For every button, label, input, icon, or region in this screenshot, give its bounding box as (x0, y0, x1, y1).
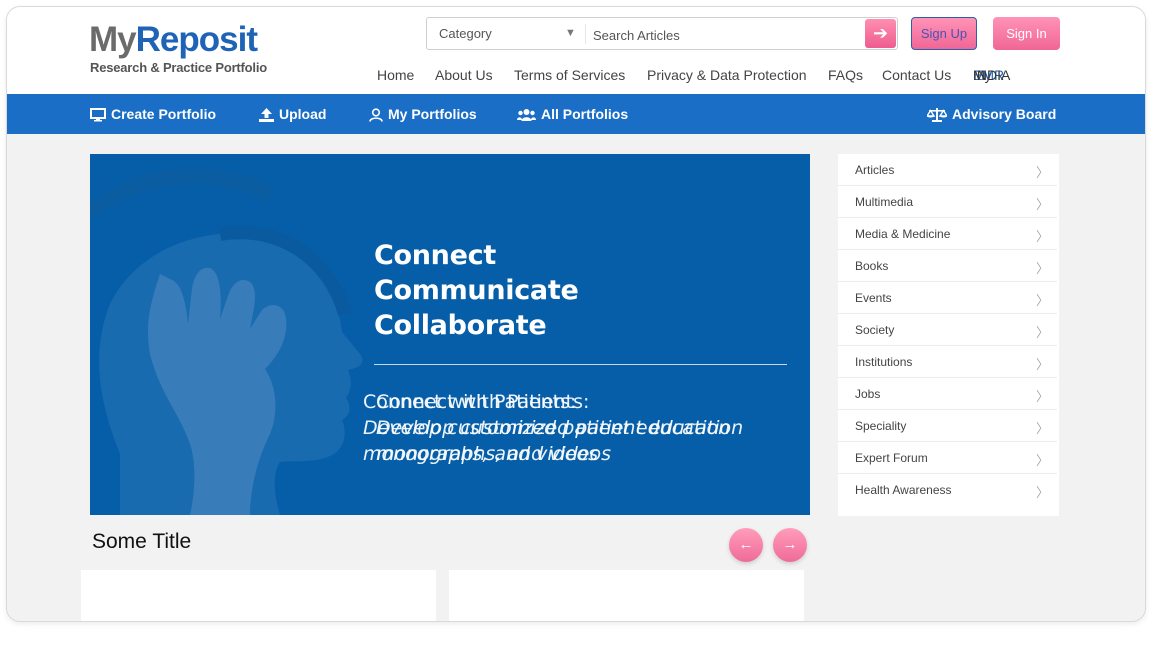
content-card[interactable] (81, 570, 436, 621)
logo-tagline: Research & Practice Portfolio (90, 60, 267, 75)
arrow-right-icon: ➔ (872, 23, 889, 43)
search-bar: Category ▼ ➔ (426, 17, 898, 50)
chevron-right-icon: 〉 (1035, 453, 1049, 468)
sidebar-item-multimedia[interactable]: Multimedia 〉 (838, 186, 1057, 218)
sidebar-item-media-medicine[interactable]: Media & Medicine 〉 (838, 218, 1057, 250)
content-card[interactable] (449, 570, 804, 621)
chevron-right-icon: 〉 (1035, 165, 1049, 180)
create-portfolio-button[interactable]: Create Portfolio (90, 94, 216, 134)
nav-terms[interactable]: Terms of Services (514, 67, 625, 83)
search-input[interactable] (591, 22, 865, 48)
nav-home[interactable]: Home (377, 67, 414, 83)
sidebar-item-health-awareness[interactable]: Health Awareness 〉 (838, 474, 1057, 505)
search-divider (585, 24, 586, 44)
create-portfolio-label: Create Portfolio (111, 106, 217, 122)
sidebar-item-label: Society (855, 323, 895, 337)
chevron-right-icon: 〉 (1035, 421, 1049, 436)
slide-divider (374, 364, 787, 365)
sign-up-button[interactable]: Sign Up (911, 17, 977, 50)
nav-about[interactable]: About Us (435, 67, 493, 83)
slide-caption-b-title: Connect with Patients: (376, 391, 590, 413)
next-button[interactable]: → (773, 528, 807, 562)
all-portfolios-button[interactable]: All Portfolios (517, 94, 628, 134)
slide-heading-line-1: Connect (374, 240, 496, 271)
monitor-icon (90, 108, 106, 122)
logo-reposit: Reposit (135, 20, 258, 59)
slide-caption-b-line-1: Develop customized patient education (376, 417, 744, 439)
chevron-right-icon: 〉 (1035, 229, 1049, 244)
nav-privacy[interactable]: Privacy & Data Protection (647, 67, 807, 83)
slide-heading-line-2: Communicate (374, 275, 579, 306)
chevron-right-icon: 〉 (1035, 325, 1049, 340)
sidebar-item-label: Media & Medicine (855, 227, 951, 241)
sidebar-item-events[interactable]: Events 〉 (838, 282, 1057, 314)
my-portfolios-label: My Portfolios (388, 106, 477, 122)
sidebar-item-label: Speciality (855, 419, 907, 433)
upload-label: Upload (279, 106, 327, 122)
sidebar-item-label: Books (855, 259, 889, 273)
upload-icon (259, 108, 274, 122)
section-title: Some Title (92, 530, 192, 553)
advisory-board-label: Advisory Board (952, 106, 1057, 122)
chevron-right-icon: 〉 (1035, 485, 1049, 500)
sidebar-item-label: Events (855, 291, 892, 305)
sidebar-item-label: Institutions (855, 355, 913, 369)
sidebar-item-label: Articles (855, 163, 895, 177)
logo-my: My (89, 20, 137, 59)
emr-end: INDIA (973, 67, 1011, 83)
sidebar-item-label: Expert Forum (855, 451, 928, 465)
slide-heading: Connect Communicate Collaborate (374, 238, 579, 343)
category-sidebar: Articles 〉 Multimedia 〉 Media & Medicine 〉 … (838, 154, 1059, 516)
logo[interactable]: MyReposit (89, 20, 258, 59)
sidebar-item-label: Health Awareness (855, 483, 952, 497)
sidebar-item-label: Jobs (855, 387, 881, 401)
portfolio-toolbar: Create Portfolio Upload My Portfolios Al… (7, 94, 1145, 134)
slide-heading-line-3: Collaborate (374, 310, 547, 341)
sidebar-item-expert-forum[interactable]: Expert Forum 〉 (838, 442, 1057, 474)
arrow-right-icon: → (782, 536, 798, 553)
user-icon (369, 108, 383, 122)
nav-faqs[interactable]: FAQs (828, 67, 863, 83)
site-header: MyReposit Research & Practice Portfolio … (7, 7, 1145, 94)
sidebar-item-label: Multimedia (855, 195, 914, 209)
search-submit-button[interactable]: ➔ (865, 19, 896, 48)
slide-caption-b: Connect with Patients: Develop customize… (376, 389, 743, 467)
advisory-board-button[interactable]: Advisory Board (925, 94, 1057, 134)
sign-in-button[interactable]: Sign In (993, 17, 1060, 50)
slide-caption-b-line-2: monographs, and videos (376, 443, 611, 465)
hero-slider[interactable]: Connect Communicate Collaborate Connect … (90, 154, 810, 515)
balance-scale-icon (925, 108, 949, 122)
caret-down-icon[interactable]: ▼ (565, 27, 576, 39)
chevron-right-icon: 〉 (1035, 293, 1049, 308)
arrow-left-icon: ← (738, 536, 754, 553)
sidebar-item-speciality[interactable]: Speciality 〉 (838, 410, 1057, 442)
chevron-right-icon: 〉 (1035, 261, 1049, 276)
upload-button[interactable]: Upload (259, 94, 326, 134)
chevron-right-icon: 〉 (1035, 357, 1049, 372)
sidebar-item-articles[interactable]: Articles 〉 (838, 154, 1057, 186)
category-select[interactable]: Category (439, 26, 492, 41)
chevron-right-icon: 〉 (1035, 389, 1049, 404)
my-portfolios-button[interactable]: My Portfolios (369, 94, 477, 134)
sidebar-item-institutions[interactable]: Institutions 〉 (838, 346, 1057, 378)
users-icon (517, 109, 536, 121)
sidebar-item-jobs[interactable]: Jobs 〉 (838, 378, 1057, 410)
chevron-right-icon: 〉 (1035, 197, 1049, 212)
all-portfolios-label: All Portfolios (541, 106, 629, 122)
prev-button[interactable]: ← (729, 528, 763, 562)
nav-contact[interactable]: Contact Us (882, 67, 951, 83)
browser-frame: MyReposit Research & Practice Portfolio … (6, 6, 1146, 622)
sidebar-item-books[interactable]: Books 〉 (838, 250, 1057, 282)
sidebar-item-society[interactable]: Society 〉 (838, 314, 1057, 346)
